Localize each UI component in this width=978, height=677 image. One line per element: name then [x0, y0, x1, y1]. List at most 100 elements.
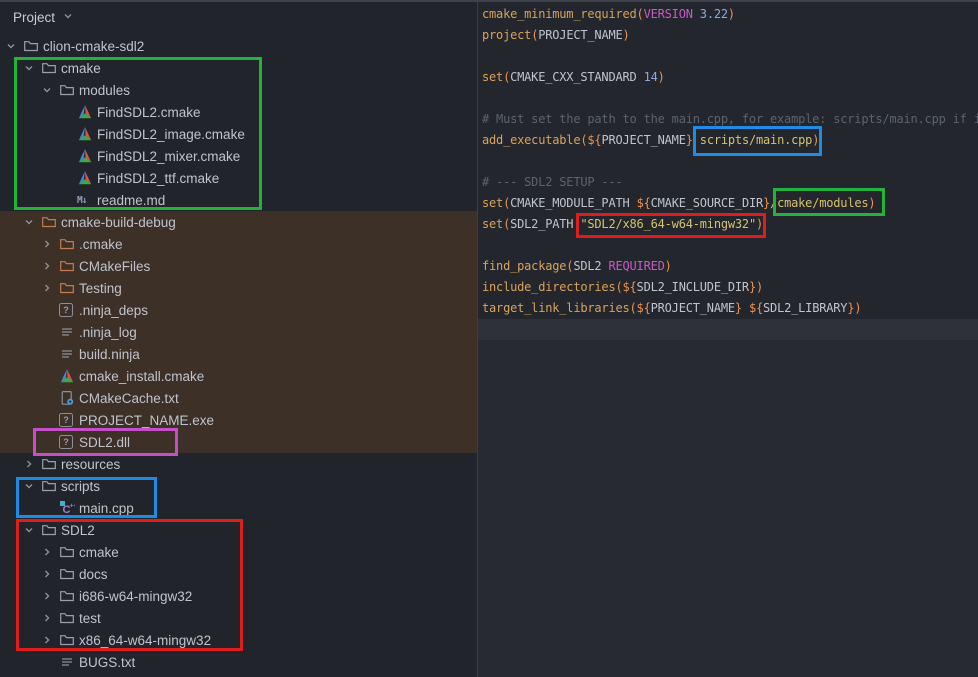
- unknown-icon: ?: [59, 435, 79, 449]
- code-line[interactable]: project(PROJECT_NAME): [482, 25, 978, 46]
- code-token: } ${: [735, 301, 763, 315]
- chevron-right-icon[interactable]: [41, 590, 59, 602]
- chevron-down-icon[interactable]: [23, 480, 41, 492]
- project-dropdown-label[interactable]: Project: [13, 10, 55, 25]
- tree-item-cmake[interactable]: cmake: [0, 57, 477, 79]
- ide-window: Project clion-cmake-sdl2cmakemodulesFind…: [0, 0, 978, 677]
- code-token: CMAKE_SOURCE_DIR: [651, 196, 763, 210]
- folder-icon: [59, 258, 79, 274]
- chevron-right-icon[interactable]: [23, 458, 41, 470]
- tree-item-findsdl2-cmake[interactable]: FindSDL2.cmake: [0, 101, 477, 123]
- chevron-right-icon[interactable]: [41, 634, 59, 646]
- code-token: REQUIRED: [608, 259, 664, 273]
- tree-item-label: FindSDL2_ttf.cmake: [97, 171, 219, 186]
- tree-item-sdl2-dll[interactable]: ?SDL2.dll: [0, 431, 477, 453]
- chevron-right-icon[interactable]: [41, 282, 59, 294]
- tree-item-i686-w64-mingw32[interactable]: i686-w64-mingw32: [0, 585, 477, 607]
- tree-item-resources[interactable]: resources: [0, 453, 477, 475]
- tree-item-cmake[interactable]: cmake: [0, 541, 477, 563]
- tree-item-x86-64-w64-mingw32[interactable]: x86_64-w64-mingw32: [0, 629, 477, 651]
- cmake-icon: [59, 368, 79, 384]
- code-line[interactable]: find_package(SDL2 REQUIRED): [482, 256, 978, 277]
- tree-item-build-ninja[interactable]: build.ninja: [0, 343, 477, 365]
- tree-item-cmakecache-txt[interactable]: CMakeCache.txt: [0, 387, 477, 409]
- code-token: PROJECT_NAME: [651, 301, 735, 315]
- code-token: # --- SDL2 SETUP ---: [482, 175, 623, 189]
- chevron-right-icon[interactable]: [41, 238, 59, 250]
- chevron-down-icon[interactable]: [41, 84, 59, 96]
- code-line[interactable]: cmake_minimum_required(VERSION 3.22): [482, 4, 978, 25]
- tree-item-label: FindSDL2.cmake: [97, 105, 201, 120]
- tree-item-ninja-log[interactable]: .ninja_log: [0, 321, 477, 343]
- cpp-icon: C++: [59, 500, 79, 516]
- project-tool-window-header[interactable]: Project: [0, 0, 477, 35]
- code-token: (${: [580, 133, 601, 147]
- code-line[interactable]: include_directories(${SDL2_INCLUDE_DIR}): [482, 277, 978, 298]
- tree-item-cmakefiles[interactable]: CMakeFiles: [0, 255, 477, 277]
- code-token: [693, 7, 700, 21]
- code-token: }: [763, 196, 770, 210]
- tree-item-label: FindSDL2_mixer.cmake: [97, 149, 240, 164]
- tree-item-label: scripts: [61, 479, 100, 494]
- code-line[interactable]: [482, 88, 978, 109]
- code-token: }): [749, 280, 763, 294]
- tree-item-label: cmake: [79, 545, 119, 560]
- code-token: project: [482, 28, 531, 42]
- tree-item-clion-cmake-sdl2[interactable]: clion-cmake-sdl2: [0, 35, 477, 57]
- tree-item-sdl2[interactable]: SDL2: [0, 519, 477, 541]
- code-line[interactable]: # Must set the path to the main.cpp, for…: [482, 109, 978, 130]
- code-line[interactable]: target_link_libraries(${PROJECT_NAME} ${…: [482, 298, 978, 319]
- chevron-down-icon[interactable]: [23, 216, 41, 228]
- code-token: set: [482, 196, 503, 210]
- tree-item-testing[interactable]: Testing: [0, 277, 477, 299]
- tree-item-main-cpp[interactable]: C++main.cpp: [0, 497, 477, 519]
- tree-item-findsdl2-image-cmake[interactable]: FindSDL2_image.cmake: [0, 123, 477, 145]
- tree-item-docs[interactable]: docs: [0, 563, 477, 585]
- chevron-down-icon[interactable]: [5, 40, 23, 52]
- tree-item-findsdl2-mixer-cmake[interactable]: FindSDL2_mixer.cmake: [0, 145, 477, 167]
- tree-item-label: .ninja_log: [79, 325, 137, 340]
- code-area[interactable]: cmake_minimum_required(VERSION 3.22)proj…: [478, 0, 978, 319]
- chevron-right-icon[interactable]: [41, 612, 59, 624]
- chevron-down-icon[interactable]: [62, 10, 74, 25]
- tree-item-label: CMakeCache.txt: [79, 391, 179, 406]
- tree-item-scripts[interactable]: scripts: [0, 475, 477, 497]
- chevron-right-icon[interactable]: [41, 568, 59, 580]
- tree-item-bugs-txt[interactable]: BUGS.txt: [0, 651, 477, 673]
- tree-item-cmake-install-cmake[interactable]: cmake_install.cmake: [0, 365, 477, 387]
- code-line[interactable]: [482, 46, 978, 67]
- code-line[interactable]: [482, 235, 978, 256]
- tree-item-test[interactable]: test: [0, 607, 477, 629]
- svg-text:++: ++: [70, 503, 76, 510]
- code-line[interactable]: [482, 151, 978, 172]
- code-token: SDL2: [573, 259, 608, 273]
- code-token: include_directories: [482, 280, 615, 294]
- tree-item-findsdl2-ttf-cmake[interactable]: FindSDL2_ttf.cmake: [0, 167, 477, 189]
- tree-item-ninja-deps[interactable]: ?.ninja_deps: [0, 299, 477, 321]
- code-line[interactable]: # --- SDL2 SETUP ---: [482, 172, 978, 193]
- code-line[interactable]: set(CMAKE_CXX_STANDARD 14): [482, 67, 978, 88]
- code-token: "SDL2/x86_64-w64-mingw32": [580, 217, 756, 231]
- code-line[interactable]: add_executable(${PROJECT_NAME} scripts/m…: [482, 130, 978, 151]
- tree-item-label: resources: [61, 457, 120, 472]
- code-token: ): [665, 259, 672, 273]
- tree-item-label: readme.md: [97, 193, 165, 208]
- chevron-right-icon[interactable]: [41, 260, 59, 272]
- editor-panel[interactable]: cmake_minimum_required(VERSION 3.22)proj…: [478, 0, 978, 677]
- code-line[interactable]: set(CMAKE_MODULE_PATH ${CMAKE_SOURCE_DIR…: [482, 193, 978, 214]
- folder-icon: [59, 610, 79, 626]
- code-line[interactable]: set(SDL2_PATH "SDL2/x86_64-w64-mingw32"): [482, 214, 978, 235]
- code-token: VERSION: [644, 7, 693, 21]
- chevron-right-icon[interactable]: [41, 546, 59, 558]
- tree-item-modules[interactable]: modules: [0, 79, 477, 101]
- folder-icon: [41, 214, 61, 230]
- tree-item-cmake-build-debug[interactable]: cmake-build-debug: [0, 211, 477, 233]
- code-token: SDL2_LIBRARY: [763, 301, 847, 315]
- tree-item-readme-md[interactable]: M↓readme.md: [0, 189, 477, 211]
- tree-item-project-name-exe[interactable]: ?PROJECT_NAME.exe: [0, 409, 477, 431]
- chevron-down-icon[interactable]: [23, 62, 41, 74]
- tree-item-label: .cmake: [79, 237, 123, 252]
- chevron-down-icon[interactable]: [23, 524, 41, 536]
- tree-item-cmake[interactable]: .cmake: [0, 233, 477, 255]
- tree-item-label: cmake-build-debug: [61, 215, 176, 230]
